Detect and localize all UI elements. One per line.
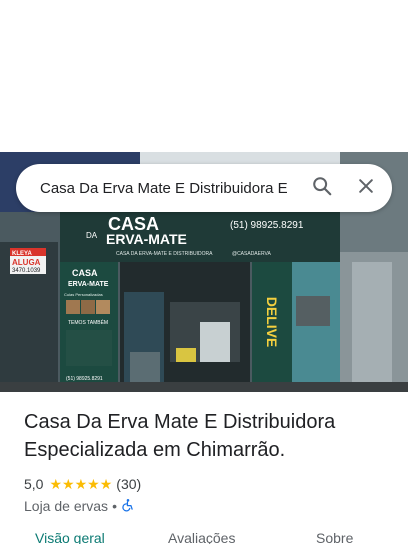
star-icon: ★ xyxy=(49,476,63,492)
star-icon: ★ xyxy=(62,476,75,492)
banner-erva: ERVA-MATE xyxy=(68,281,109,288)
rating-row[interactable]: 5,0 ★ ★ ★ ★ ★ (30) xyxy=(24,474,384,494)
rating-stars: ★ ★ ★ ★ ★ xyxy=(49,477,112,491)
banner-phone: (51) 98925.8291 xyxy=(66,376,103,382)
tab-about[interactable]: Sobre xyxy=(316,530,353,544)
map-area-blank xyxy=(0,0,408,152)
aluga-label: ALUGA xyxy=(12,258,41,267)
tab-reviews[interactable]: Avaliações xyxy=(168,530,235,544)
wheelchair-icon xyxy=(121,498,135,515)
place-info-panel: Casa Da Erva Mate E Distribuidora Especi… xyxy=(0,392,408,544)
sign-erva: ERVA-MATE xyxy=(106,231,187,247)
sign-sub: CASA DA ERVA-MATE E DISTRIBUIDORA xyxy=(116,251,213,257)
close-icon xyxy=(356,176,376,201)
sign-phone: (51) 98925.8291 xyxy=(230,220,304,231)
search-icon xyxy=(311,175,333,202)
review-count[interactable]: (30) xyxy=(116,476,141,492)
sign-insta: @CASADAERVA xyxy=(232,251,271,257)
star-icon: ★ xyxy=(99,476,113,492)
place-category: Loja de ervas xyxy=(24,498,109,514)
banner-casa: CASA xyxy=(72,268,98,278)
banner-temos: TEMOS TAMBÉM xyxy=(68,319,108,326)
category-row: Loja de ervas • xyxy=(24,496,384,516)
search-input[interactable]: Casa Da Erva Mate E Distribuidora E xyxy=(40,180,300,197)
kleya-label: KLEYA xyxy=(12,251,32,257)
search-bar[interactable]: Casa Da Erva Mate E Distribuidora E xyxy=(16,164,392,212)
aluga-phone: 3470.1039 xyxy=(12,268,41,274)
rating-value: 5,0 xyxy=(24,476,44,492)
tab-overview[interactable]: Visão geral xyxy=(35,530,105,544)
delivery-text: DELIVE xyxy=(264,297,280,348)
search-button[interactable] xyxy=(300,166,344,210)
place-title: Casa Da Erva Mate E Distribuidora Especi… xyxy=(24,411,336,461)
separator-dot: • xyxy=(112,498,117,514)
banner-cuias: Cuias Personalizadas xyxy=(64,292,103,297)
star-icon: ★ xyxy=(87,476,100,492)
close-button[interactable] xyxy=(344,166,388,210)
sign-da: DA xyxy=(86,231,98,240)
star-icon: ★ xyxy=(74,476,88,492)
